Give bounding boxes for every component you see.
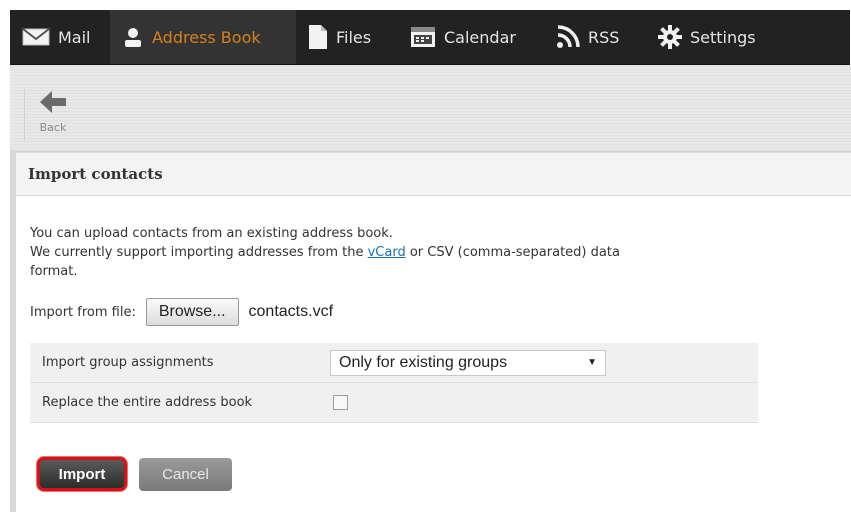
nav-label: Address Book [152, 27, 261, 47]
nav-item-files[interactable]: Files [296, 10, 398, 64]
nav-label: RSS [588, 27, 620, 47]
mail-icon [22, 27, 50, 47]
nav-label: Files [336, 27, 372, 47]
back-button[interactable]: Back [24, 89, 75, 141]
file-input-row: Import from file: Browse... contacts.vcf [30, 298, 333, 326]
intro-line: We currently support importing addresses… [30, 243, 830, 262]
back-label: Back [39, 121, 67, 134]
nav-item-calendar[interactable]: Calendar [398, 10, 544, 64]
nav-label: Mail [58, 27, 91, 47]
page-title: Import contacts [28, 165, 163, 183]
intro-line: You can upload contacts from an existing… [30, 226, 393, 241]
arrow-left-icon [38, 89, 68, 119]
intro-text-segment: or CSV (comma-separated) data [405, 245, 620, 260]
group-assignments-label: Import group assignments [42, 355, 214, 370]
top-navigation: Mail Address Book Files Calendar RSS Set… [10, 10, 850, 65]
file-icon [308, 24, 328, 50]
intro-text-segment: We currently support importing addresses… [30, 245, 368, 260]
rss-icon [556, 25, 580, 49]
select-value: Only for existing groups [339, 353, 508, 371]
replace-address-book-label: Replace the entire address book [42, 395, 253, 410]
vcard-link[interactable]: vCard [368, 245, 406, 260]
toolbar: Back [10, 65, 851, 152]
nav-item-address-book[interactable]: Address Book [110, 10, 296, 64]
replace-address-book-checkbox[interactable] [333, 395, 348, 410]
nav-item-settings[interactable]: Settings [646, 10, 790, 64]
selected-file-name: contacts.vcf [248, 303, 334, 320]
nav-label: Settings [690, 27, 756, 47]
option-row-groups: Import group assignments Only for existi… [30, 343, 758, 383]
chevron-down-icon: ▼ [587, 357, 597, 368]
intro-line: format. [30, 264, 78, 279]
nav-item-rss[interactable]: RSS [544, 10, 646, 64]
cancel-button[interactable]: Cancel [139, 458, 232, 491]
import-options: Import group assignments Only for existi… [30, 343, 758, 423]
import-button[interactable]: Import [37, 457, 127, 491]
panel-header: Import contacts [16, 152, 851, 196]
browse-button[interactable]: Browse... [145, 298, 239, 326]
file-label: Import from file: [30, 304, 136, 320]
group-assignments-select[interactable]: Only for existing groups ▼ [330, 349, 606, 376]
user-icon [122, 26, 144, 48]
gear-icon [658, 25, 682, 49]
left-border [10, 150, 16, 512]
intro-text: You can upload contacts from an existing… [30, 224, 830, 281]
calendar-icon [410, 26, 436, 48]
option-row-replace: Replace the entire address book [30, 383, 758, 423]
nav-item-mail[interactable]: Mail [10, 10, 110, 64]
nav-label: Calendar [444, 27, 516, 47]
